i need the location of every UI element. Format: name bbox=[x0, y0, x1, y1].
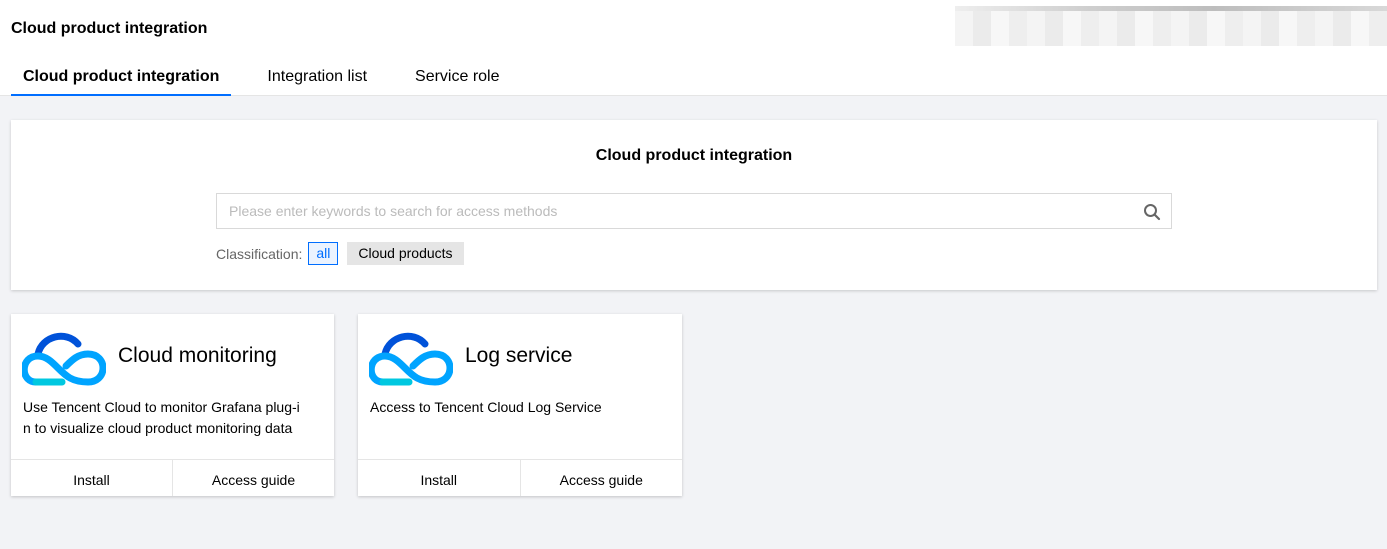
card-title: Cloud monitoring bbox=[118, 344, 277, 367]
card-actions: Install Access guide bbox=[358, 459, 682, 496]
filter-chip-cloud-products[interactable]: Cloud products bbox=[347, 242, 464, 265]
page-title: Cloud product integration bbox=[11, 20, 208, 37]
integration-card-cloud-monitoring: Cloud monitoring Use Tencent Cloud to mo… bbox=[11, 314, 334, 496]
tab-bar: Cloud product integration Integration li… bbox=[11, 58, 536, 96]
access-guide-button[interactable]: Access guide bbox=[519, 460, 683, 496]
tencent-cloud-logo-icon bbox=[367, 326, 454, 386]
card-description: Access to Tencent Cloud Log Service bbox=[370, 397, 602, 418]
card-description: Use Tencent Cloud to monitor Grafana plu… bbox=[23, 397, 300, 439]
search-panel: Cloud product integration Classification… bbox=[11, 120, 1377, 290]
search-panel-title: Cloud product integration bbox=[595, 147, 793, 164]
search-icon[interactable] bbox=[1143, 203, 1161, 221]
access-guide-button[interactable]: Access guide bbox=[172, 460, 334, 496]
card-description-line: Use Tencent Cloud to monitor Grafana plu… bbox=[23, 399, 300, 415]
account-info-redacted-edge bbox=[955, 6, 1387, 11]
filter-chip-all[interactable]: all bbox=[308, 242, 339, 265]
classification-filter: Classification: all Cloud products bbox=[216, 242, 473, 265]
install-button[interactable]: Install bbox=[11, 460, 172, 496]
card-description-line: n to visualize cloud product monitoring … bbox=[23, 420, 293, 436]
search-box[interactable] bbox=[216, 193, 1172, 229]
top-bar: Cloud product integration Cloud product … bbox=[0, 0, 1387, 96]
card-actions: Install Access guide bbox=[11, 459, 334, 496]
tab-integration-list[interactable]: Integration list bbox=[255, 58, 379, 96]
integration-card-log-service: Log service Access to Tencent Cloud Log … bbox=[358, 314, 682, 496]
classification-label: Classification: bbox=[216, 245, 303, 262]
account-info-redacted bbox=[955, 6, 1387, 46]
card-title: Log service bbox=[465, 344, 573, 367]
tencent-cloud-logo-icon bbox=[20, 326, 107, 386]
install-button[interactable]: Install bbox=[358, 460, 520, 496]
tab-cloud-product-integration[interactable]: Cloud product integration bbox=[11, 58, 232, 96]
card-description-line: Access to Tencent Cloud Log Service bbox=[370, 399, 602, 415]
search-input[interactable] bbox=[217, 194, 1117, 228]
tab-service-role[interactable]: Service role bbox=[403, 58, 511, 96]
